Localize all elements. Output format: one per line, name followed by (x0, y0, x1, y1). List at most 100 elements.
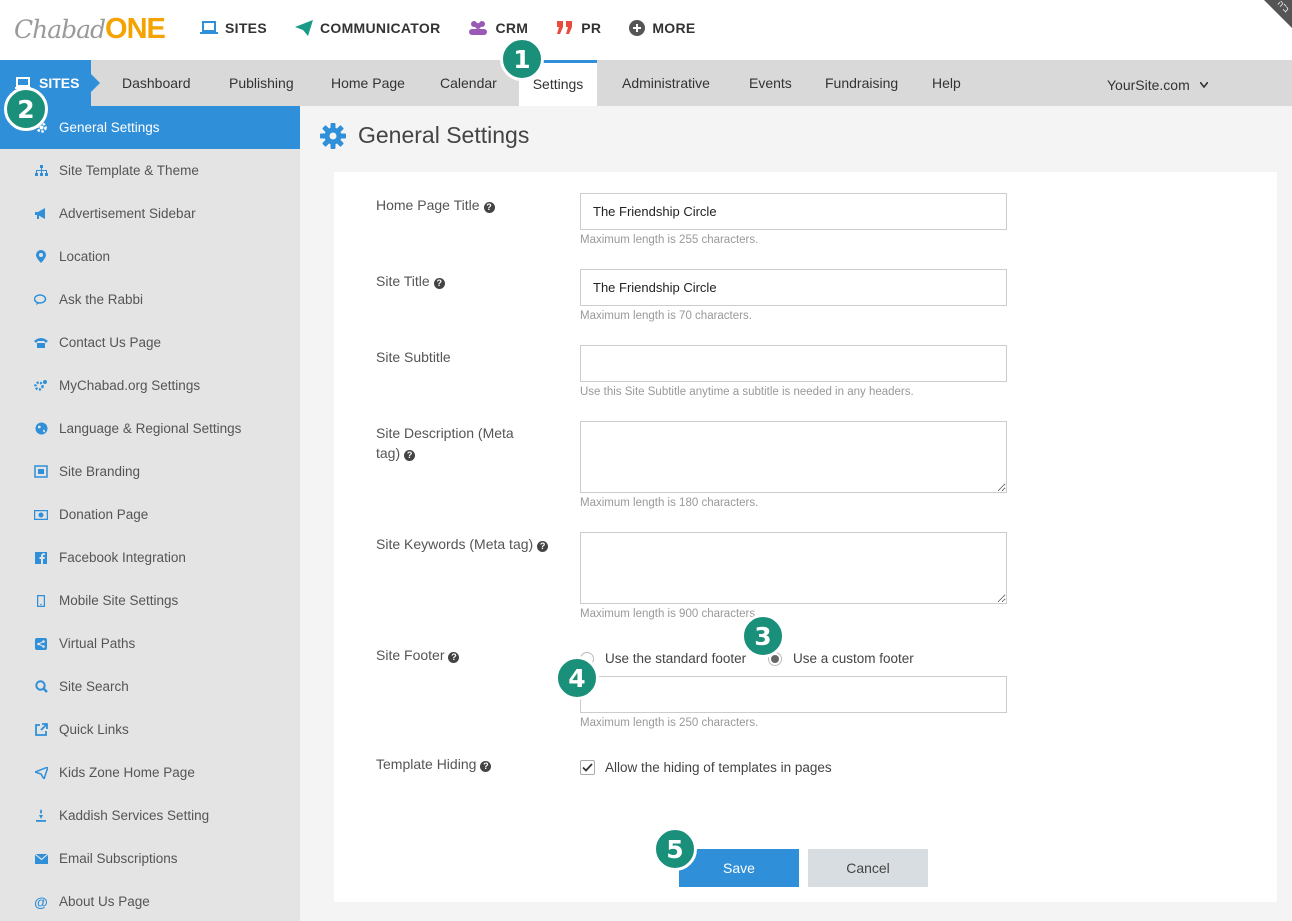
step-badge-3: 3 (741, 614, 785, 658)
money-icon (34, 508, 48, 522)
phone-icon (34, 336, 48, 350)
sidebar-item-label: Language & Regional Settings (59, 421, 242, 436)
sidebar-item-label: Kaddish Services Setting (59, 808, 210, 823)
sidebar-item-kids-zone[interactable]: Kids Zone Home Page (0, 751, 300, 794)
tab-events[interactable]: Events (749, 60, 792, 106)
cancel-button[interactable]: Cancel (808, 849, 928, 887)
sidebar-item-mychabad[interactable]: MyChabad.org Settings (0, 364, 300, 407)
tab-publishing[interactable]: Publishing (229, 60, 294, 106)
sidebar-item-ask-rabbi[interactable]: Ask the Rabbi (0, 278, 300, 321)
home-page-title-input[interactable] (580, 193, 1007, 230)
sidebar-item-label: MyChabad.org Settings (59, 378, 201, 393)
envelope-icon (34, 852, 48, 866)
top-bar: ChabadONE SITES COMMUNICATOR CRM PR MORE… (0, 0, 1292, 60)
help-icon[interactable]: ? (404, 450, 416, 461)
help-icon[interactable]: ? (480, 761, 492, 772)
logo-text-chabad: Chabad (14, 15, 106, 44)
cogs-icon (34, 379, 48, 393)
sidebar-item-label: Advertisement Sidebar (59, 206, 196, 221)
site-title-input[interactable] (580, 269, 1007, 306)
sidebar-item-mobile[interactable]: Mobile Site Settings (0, 579, 300, 622)
label-text: Template Hiding (376, 756, 477, 772)
site-title-label: Site Title? (376, 271, 445, 291)
sidebar-item-label: General Settings (59, 120, 160, 135)
sidebar-item-branding[interactable]: Site Branding (0, 450, 300, 493)
sidebar: General Settings Site Template & Theme A… (0, 106, 300, 921)
sub-nav: SITES Dashboard Publishing Home Page Cal… (0, 60, 1292, 106)
site-keywords-label: Site Keywords (Meta tag)? (376, 534, 551, 554)
site-subtitle-hint: Use this Site Subtitle anytime a subtitl… (580, 386, 914, 398)
at-icon: @ (34, 893, 48, 910)
page-title: General Settings (320, 122, 529, 149)
site-selector[interactable]: YourSite.com (1107, 60, 1209, 106)
sidebar-item-virtual-paths[interactable]: Virtual Paths (0, 622, 300, 665)
help-icon[interactable]: ? (448, 652, 460, 663)
plus-circle-icon (629, 20, 646, 36)
sidebar-item-location[interactable]: Location (0, 235, 300, 278)
tab-help[interactable]: Help (932, 60, 961, 106)
tab-administrative[interactable]: Administrative (622, 60, 710, 106)
paper-plane-icon (294, 20, 313, 36)
sites-tab-label: SITES (39, 75, 80, 91)
save-button[interactable]: Save (679, 849, 799, 887)
tab-calendar[interactable]: Calendar (440, 60, 497, 106)
chevron-down-icon (1199, 60, 1209, 106)
sidebar-item-about-us[interactable]: @ About Us Page (0, 880, 300, 921)
sidebar-item-advertisement[interactable]: Advertisement Sidebar (0, 192, 300, 235)
sidebar-item-language[interactable]: Language & Regional Settings (0, 407, 300, 450)
site-keywords-textarea[interactable] (580, 532, 1007, 604)
sidebar-item-label: Location (59, 249, 111, 264)
sidebar-item-contact-us[interactable]: Contact Us Page (0, 321, 300, 364)
label-text: Site Footer (376, 647, 445, 663)
mobile-icon (34, 594, 48, 608)
tab-home-page[interactable]: Home Page (331, 60, 405, 106)
topnav-communicator[interactable]: COMMUNICATOR (294, 20, 441, 36)
help-icon[interactable]: ? (537, 541, 549, 552)
help-icon[interactable]: ? (483, 202, 495, 213)
sidebar-item-site-search[interactable]: Site Search (0, 665, 300, 708)
footer-standard-option[interactable]: Use the standard footer (580, 651, 746, 666)
topnav-sites[interactable]: SITES (200, 20, 267, 36)
site-footer-hint: Maximum length is 250 characters. (580, 717, 759, 729)
topnav-communicator-label: COMMUNICATOR (319, 20, 441, 36)
sidebar-item-site-template[interactable]: Site Template & Theme (0, 149, 300, 192)
footer-standard-label: Use the standard footer (605, 651, 747, 666)
step-badge-2: 2 (4, 87, 48, 131)
template-hiding-checkbox[interactable] (580, 760, 595, 775)
footer-custom-option[interactable]: Use a custom footer (768, 651, 914, 666)
sidebar-item-facebook[interactable]: Facebook Integration (0, 536, 300, 579)
topnav-pr[interactable]: PR (556, 20, 601, 36)
site-subtitle-input[interactable] (580, 345, 1007, 382)
sidebar-item-donation[interactable]: Donation Page (0, 493, 300, 536)
chabad-one-logo[interactable]: ChabadONE (14, 13, 166, 46)
gear-icon (320, 122, 346, 149)
tab-dashboard[interactable]: Dashboard (122, 60, 191, 106)
frame-icon (34, 465, 48, 479)
sidebar-item-email-subscriptions[interactable]: Email Subscriptions (0, 837, 300, 880)
sidebar-item-label: Facebook Integration (59, 550, 186, 565)
users-icon (468, 20, 488, 36)
site-footer-input[interactable] (580, 676, 1007, 713)
site-description-hint: Maximum length is 180 characters. (580, 497, 759, 509)
paper-plane-icon (34, 766, 48, 780)
page-title-text: General Settings (358, 122, 530, 148)
site-description-textarea[interactable] (580, 421, 1007, 493)
sidebar-item-label: Site Search (59, 679, 129, 694)
site-selector-label: YourSite.com (1107, 77, 1190, 93)
site-footer-label: Site Footer? (376, 645, 460, 665)
step-badge-5: 5 (653, 827, 697, 871)
quote-icon (556, 21, 574, 35)
sidebar-item-quick-links[interactable]: Quick Links (0, 708, 300, 751)
topnav-more-label: MORE (652, 20, 696, 36)
sidebar-item-label: Email Subscriptions (59, 851, 178, 866)
sitemap-icon (34, 164, 48, 178)
tab-fundraising[interactable]: Fundraising (825, 60, 898, 106)
topnav-more[interactable]: MORE (629, 20, 695, 36)
template-hiding-option[interactable]: Allow the hiding of templates in pages (580, 760, 832, 775)
help-icon[interactable]: ? (433, 278, 445, 289)
site-keywords-hint: Maximum length is 900 characters. (580, 608, 759, 620)
site-subtitle-label: Site Subtitle (376, 347, 451, 367)
sidebar-item-kaddish[interactable]: Kaddish Services Setting (0, 794, 300, 837)
topnav-crm[interactable]: CRM (468, 20, 528, 36)
share-icon (34, 637, 48, 651)
